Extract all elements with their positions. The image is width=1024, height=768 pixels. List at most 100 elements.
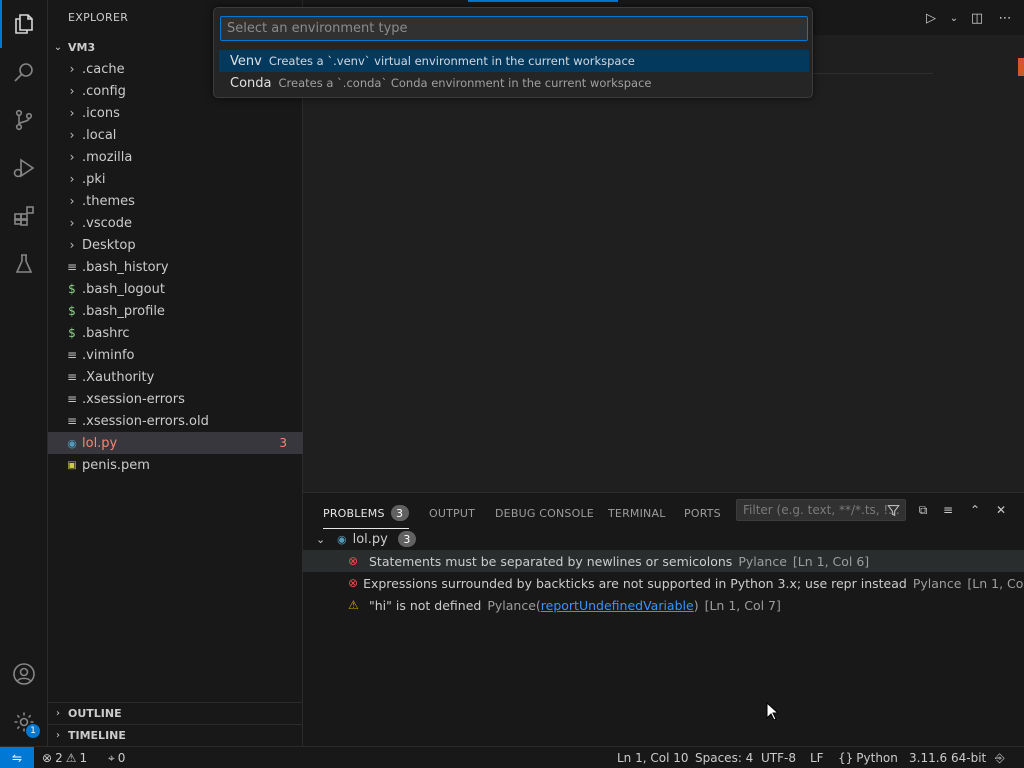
collapse-all-icon[interactable]: ⧉	[913, 501, 933, 519]
chevron-down-icon: ⌄	[316, 532, 326, 546]
timeline-label: TIMELINE	[68, 729, 126, 742]
tree-folder-item[interactable]: › .themes	[48, 190, 303, 212]
notifications-bell-icon[interactable]: ⎆	[995, 747, 1005, 768]
problem-rule-link[interactable]: reportUndefinedVariable	[541, 598, 694, 613]
chevron-right-icon: ›	[69, 62, 75, 76]
python-interpreter-status[interactable]: 3.11.6 64-bit	[909, 747, 986, 768]
quick-pick-item-venv[interactable]: Venv Creates a `.venv` virtual environme…	[219, 50, 809, 72]
tree-item-label: .bash_history	[82, 259, 169, 275]
tab-output[interactable]: OUTPUT	[429, 503, 475, 523]
tree-item-label: .mozilla	[82, 149, 133, 165]
tree-file-item[interactable]: ≡ .xsession-errors	[48, 388, 303, 410]
problems-file-count: 3	[397, 531, 416, 547]
tab-debug-console[interactable]: DEBUG CONSOLE	[495, 503, 594, 523]
tree-file-item[interactable]: ≡ .Xauthority	[48, 366, 303, 388]
tree-file-item[interactable]: ◉ lol.py 3	[48, 432, 303, 454]
problem-source: Pylance(reportUndefinedVariable)	[487, 598, 698, 613]
tree-item-label: .themes	[82, 193, 135, 209]
problems-filter-input[interactable]	[736, 499, 906, 521]
tree-item-label: penis.pem	[82, 457, 150, 473]
editor-actions: ▷ ⌄ ◫ ⋯	[920, 8, 1016, 28]
warning-icon: ⚠	[65, 751, 77, 765]
problem-location: [Ln 1, Col 6]	[792, 553, 870, 569]
run-python-file-icon[interactable]: ▷	[920, 8, 942, 28]
chevron-right-icon: ›	[69, 84, 75, 98]
problem-row[interactable]: ⊗ Statements must be separated by newlin…	[303, 550, 1024, 572]
error-icon: ⊗	[348, 576, 359, 590]
tree-item-label: .bash_logout	[82, 281, 165, 297]
quick-pick-input[interactable]	[220, 16, 808, 41]
tree-item-label: .cache	[82, 61, 125, 77]
error-icon: ⊗	[42, 751, 53, 765]
encoding-status[interactable]: UTF-8	[761, 747, 796, 768]
tree-item-label: .xsession-errors	[82, 391, 185, 407]
remote-window-icon[interactable]: ⇋	[0, 747, 34, 768]
root-folder-label: VM3	[68, 40, 96, 54]
more-actions-icon[interactable]: ⋯	[994, 8, 1016, 28]
testing-icon[interactable]	[0, 240, 48, 288]
chevron-right-icon: ›	[69, 150, 75, 164]
problems-file-group[interactable]: ⌄ ◉ lol.py 3	[303, 528, 1024, 550]
tree-item-label: .xsession-errors.old	[82, 413, 209, 429]
mouse-pointer-icon	[766, 701, 780, 725]
search-icon[interactable]	[0, 48, 48, 96]
language-label: Python	[856, 751, 898, 765]
timeline-section[interactable]: › TIMELINE	[48, 724, 303, 746]
problems-count-badge: 3	[390, 505, 409, 521]
chevron-right-icon: ›	[69, 238, 75, 252]
split-editor-icon[interactable]: ◫	[966, 8, 988, 28]
filter-icon[interactable]	[883, 501, 903, 519]
tree-item-label: lol.py	[82, 435, 118, 451]
close-panel-icon[interactable]: ✕	[991, 501, 1011, 519]
indentation-status[interactable]: Spaces: 4	[695, 747, 753, 768]
explorer-icon[interactable]	[0, 0, 48, 48]
view-as-list-icon[interactable]: ≡	[938, 501, 958, 519]
maximize-panel-icon[interactable]: ⌃	[965, 501, 985, 519]
certificate-lock-icon: ▣	[67, 459, 77, 471]
error-icon: ⊗	[348, 554, 359, 568]
tree-file-item[interactable]: ≡ .xsession-errors.old	[48, 410, 303, 432]
tree-item-label: .icons	[82, 105, 120, 121]
run-debug-icon[interactable]	[0, 144, 48, 192]
tree-folder-item[interactable]: › .local	[48, 124, 303, 146]
problems-status[interactable]: ⊗ 2 ⚠ 1	[42, 747, 87, 768]
quick-pick-item-conda[interactable]: Conda Creates a `.conda` Conda environme…	[219, 72, 809, 94]
tree-folder-item[interactable]: › .pki	[48, 168, 303, 190]
account-icon[interactable]	[0, 650, 48, 698]
tree-item-label: Desktop	[82, 237, 136, 253]
problem-source-name: Pylance	[487, 597, 536, 613]
quick-pick-item-name: Venv	[230, 53, 262, 69]
tree-file-item[interactable]: ≡ .bash_history	[48, 256, 303, 278]
problems-file-name: lol.py	[352, 531, 388, 547]
tree-file-item[interactable]: $ .bash_profile	[48, 300, 303, 322]
tab-ports[interactable]: PORTS	[684, 503, 721, 523]
tree-folder-item[interactable]: › .vscode	[48, 212, 303, 234]
run-dropdown-chevron-icon[interactable]: ⌄	[948, 8, 960, 28]
tree-file-item[interactable]: ≡ .viminfo	[48, 344, 303, 366]
eol-status[interactable]: LF	[810, 747, 824, 768]
tree-file-item[interactable]: $ .bash_logout	[48, 278, 303, 300]
manage-gear-icon[interactable]: 1	[0, 698, 48, 746]
tab-terminal[interactable]: TERMINAL	[608, 503, 666, 523]
language-mode-status[interactable]: {} Python	[838, 747, 898, 768]
problem-message: "hi" is not defined	[369, 597, 482, 613]
cursor-position-status[interactable]: Ln 1, Col 10	[617, 747, 689, 768]
problem-row[interactable]: ⚠ "hi" is not defined Pylance(reportUnde…	[303, 594, 1024, 616]
outline-section[interactable]: › OUTLINE	[48, 702, 303, 724]
tree-file-item[interactable]: ▣ penis.pem	[48, 454, 303, 476]
tree-item-problem-count: 3	[279, 436, 287, 450]
tab-problems[interactable]: PROBLEMS 3	[323, 503, 409, 529]
tree-folder-item[interactable]: › Desktop	[48, 234, 303, 256]
extensions-icon[interactable]	[0, 192, 48, 240]
tree-file-item[interactable]: $ .bashrc	[48, 322, 303, 344]
tree-folder-item[interactable]: › .mozilla	[48, 146, 303, 168]
environment-type-quick-pick: Venv Creates a `.venv` virtual environme…	[213, 7, 813, 98]
tree-folder-item[interactable]: › .icons	[48, 102, 303, 124]
source-control-icon[interactable]	[0, 96, 48, 144]
tree-item-label: .config	[82, 83, 126, 99]
tree-item-label: .Xauthority	[82, 369, 155, 385]
shell-script-icon: $	[68, 304, 76, 318]
problem-row[interactable]: ⊗ Expressions surrounded by backticks ar…	[303, 572, 1024, 594]
ports-status[interactable]: ⌖ 0	[108, 747, 125, 768]
paren-close: )	[693, 597, 699, 613]
